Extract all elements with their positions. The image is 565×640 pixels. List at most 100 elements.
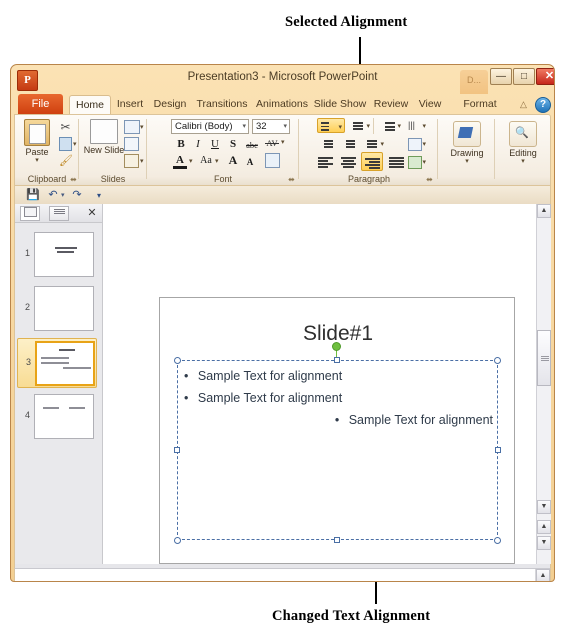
tab-design[interactable]: Design — [149, 95, 191, 114]
customize-quick-access-button[interactable]: ▾ — [92, 188, 106, 202]
undo-button[interactable]: ↶ — [46, 188, 60, 202]
copy-dropdown-icon[interactable]: ▾ — [73, 140, 77, 148]
format-painter-button[interactable]: 🖌 — [58, 154, 74, 168]
close-thumbnail-pane-button[interactable]: ✕ — [85, 206, 99, 220]
change-case-dropdown-icon[interactable]: ▾ — [215, 157, 219, 165]
list-item[interactable]: 4 — [17, 392, 97, 442]
section-dropdown-icon[interactable]: ▾ — [140, 157, 144, 165]
previous-slide-button[interactable]: ▲ — [537, 520, 551, 534]
tab-file[interactable]: File — [18, 94, 63, 114]
resize-handle-middle-left[interactable] — [174, 447, 180, 453]
bullets-button[interactable]: ▾ — [317, 118, 345, 133]
increase-indent-button[interactable] — [339, 136, 359, 151]
columns-dropdown-icon[interactable]: ▾ — [422, 140, 426, 148]
vertical-scrollbar[interactable]: ▲ ▼ ▲ ▼ — [536, 204, 551, 564]
resize-handle-bottom-center[interactable] — [334, 537, 340, 543]
close-button[interactable]: ✕ — [536, 68, 554, 85]
font-color-button[interactable]: A — [173, 153, 187, 167]
resize-handle-top-center[interactable] — [334, 357, 340, 363]
tab-insert[interactable]: Insert — [112, 95, 148, 114]
tab-slide-show[interactable]: Slide Show — [312, 95, 368, 114]
list-item[interactable]: 1 — [17, 230, 97, 280]
tab-view[interactable]: View — [413, 95, 447, 114]
resize-handle-bottom-right[interactable] — [494, 537, 501, 544]
decrease-indent-button[interactable] — [317, 136, 337, 151]
next-slide-button[interactable]: ▼ — [537, 536, 551, 550]
italic-button[interactable]: I — [191, 137, 205, 151]
resize-handle-middle-right[interactable] — [495, 447, 501, 453]
shrink-font-button[interactable]: A — [244, 155, 256, 169]
rotate-handle[interactable] — [332, 342, 341, 351]
tab-outline[interactable] — [49, 206, 69, 221]
align-center-button[interactable] — [338, 154, 359, 169]
font-color-dropdown-icon[interactable]: ▾ — [189, 157, 193, 165]
grow-font-button[interactable]: A — [227, 153, 239, 167]
columns-button[interactable]: ▾ — [403, 136, 427, 151]
scroll-up-button[interactable]: ▲ — [537, 204, 551, 218]
paste-button[interactable]: Paste ▾ — [20, 119, 54, 164]
content-text-placeholder[interactable]: • Sample Text for alignment • Sample Tex… — [177, 360, 498, 540]
save-button[interactable]: 💾 — [26, 188, 40, 202]
help-icon[interactable]: ? — [535, 97, 551, 113]
change-case-button[interactable]: Aa — [197, 154, 215, 168]
scroll-down-button[interactable]: ▼ — [537, 500, 551, 514]
align-text-button[interactable]: ▾ — [361, 136, 385, 151]
tab-home[interactable]: Home — [69, 95, 111, 114]
scrollbar-thumb[interactable] — [537, 330, 551, 386]
resize-handle-bottom-left[interactable] — [174, 537, 181, 544]
collapse-ribbon-icon[interactable]: △ — [517, 98, 530, 110]
notes-pane[interactable]: Click to add notes ▲ ▼ — [14, 568, 551, 581]
numbering-button[interactable]: ▾ — [347, 118, 371, 133]
font-size-combo[interactable]: 32 ▾ — [252, 119, 290, 134]
tab-transitions[interactable]: Transitions — [192, 95, 252, 114]
undo-dropdown-icon[interactable]: ▾ — [61, 191, 65, 199]
bullet-line-1[interactable]: • Sample Text for alignment — [184, 369, 342, 383]
bullet-line-3[interactable]: • Sample Text for alignment — [335, 413, 493, 427]
clipboard-dialog-launcher[interactable]: ⬌ — [69, 175, 78, 184]
text-direction-dropdown-icon[interactable]: ▾ — [422, 122, 426, 130]
strikethrough-button[interactable]: abc — [243, 138, 261, 152]
font-name-combo[interactable]: Calibri (Body) ▾ — [171, 119, 249, 134]
layout-dropdown-icon[interactable]: ▾ — [140, 123, 144, 131]
resize-handle-top-right[interactable] — [494, 357, 501, 364]
bullet-line-2[interactable]: • Sample Text for alignment — [184, 391, 342, 405]
list-item[interactable]: 3 — [17, 338, 97, 388]
convert-to-smartart-button[interactable]: ▾ — [403, 154, 427, 169]
minimize-button[interactable]: — — [490, 68, 512, 85]
resize-handle-top-left[interactable] — [174, 357, 181, 364]
align-right-button[interactable] — [361, 152, 383, 171]
align-left-button[interactable] — [315, 154, 336, 169]
notes-scroll-up-button[interactable]: ▲ — [536, 569, 550, 581]
reset-button[interactable] — [124, 137, 142, 151]
spacing-dropdown-icon[interactable]: ▾ — [281, 138, 285, 146]
tab-review[interactable]: Review — [369, 95, 413, 114]
tab-format[interactable]: Format — [455, 95, 505, 114]
underline-button[interactable]: U — [208, 137, 222, 151]
slide-canvas[interactable]: Slide#1 • Sample Text for alignment • Sa… — [159, 297, 515, 564]
paste-dropdown-icon[interactable]: ▾ — [20, 157, 54, 164]
editing-dropdown-icon[interactable]: ▾ — [507, 158, 539, 165]
line-spacing-button[interactable]: ▾ — [378, 118, 402, 133]
notes-scrollbar[interactable]: ▲ ▼ — [535, 569, 550, 581]
smartart-dropdown-icon[interactable]: ▾ — [422, 158, 426, 166]
align-text-dropdown-icon[interactable]: ▾ — [380, 140, 384, 148]
cut-button[interactable]: ✂ — [58, 120, 73, 134]
list-item[interactable]: 2 — [17, 284, 97, 334]
tab-slides-thumbnails[interactable] — [20, 206, 40, 221]
clear-formatting-button[interactable] — [265, 153, 281, 168]
drawing-button[interactable]: Drawing ▾ — [450, 121, 484, 165]
font-dialog-launcher[interactable]: ⬌ — [287, 175, 296, 184]
drawing-dropdown-icon[interactable]: ▾ — [451, 158, 483, 165]
bold-button[interactable]: B — [174, 137, 188, 151]
redo-button[interactable]: ↷ — [70, 188, 84, 202]
numbering-dropdown-icon[interactable]: ▾ — [366, 122, 370, 130]
paragraph-dialog-launcher[interactable]: ⬌ — [425, 175, 434, 184]
text-direction-button[interactable]: ||| ▾ — [403, 118, 427, 133]
maximize-restore-button[interactable]: □ — [513, 68, 535, 85]
new-slide-button[interactable]: New Slide — [84, 119, 124, 155]
tab-animations[interactable]: Animations — [253, 95, 311, 114]
text-shadow-button[interactable]: S — [226, 137, 240, 151]
bullets-dropdown-icon[interactable]: ▾ — [338, 123, 342, 131]
line-spacing-dropdown-icon[interactable]: ▾ — [397, 122, 401, 130]
editing-button[interactable]: 🔍 Editing ▾ — [507, 121, 539, 165]
